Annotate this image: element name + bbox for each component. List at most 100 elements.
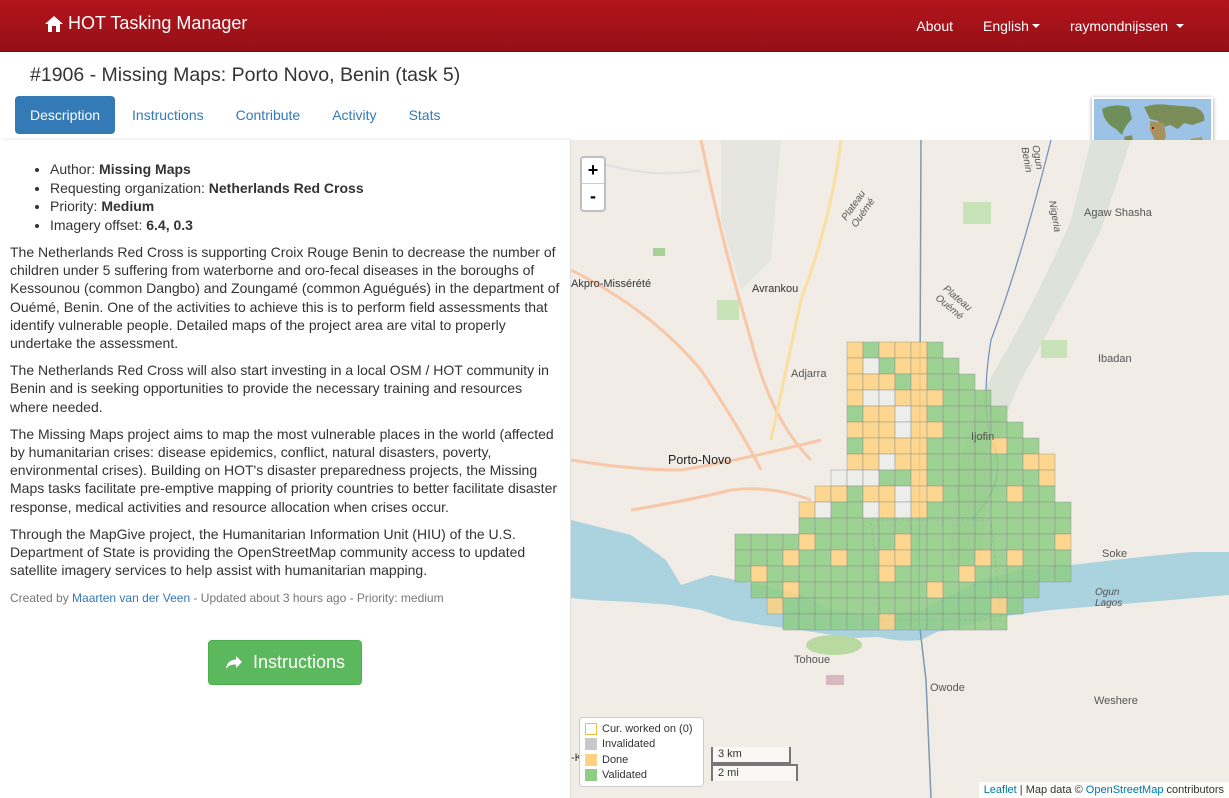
task-cell[interactable]: [958, 613, 976, 631]
task-cell[interactable]: [1022, 517, 1040, 535]
task-cell[interactable]: [1006, 453, 1024, 471]
task-cell[interactable]: [926, 357, 944, 375]
task-cell[interactable]: [894, 517, 912, 535]
task-cell[interactable]: [814, 485, 832, 503]
task-cell[interactable]: [814, 597, 832, 615]
nav-about[interactable]: About: [901, 18, 968, 34]
task-cell[interactable]: [782, 597, 800, 615]
task-cell[interactable]: [782, 613, 800, 631]
task-cell[interactable]: [894, 373, 912, 391]
task-cell[interactable]: [878, 405, 896, 423]
task-cell[interactable]: [798, 597, 816, 615]
task-cell[interactable]: [798, 517, 816, 535]
task-cell[interactable]: [734, 549, 752, 567]
task-cell[interactable]: [814, 549, 832, 567]
task-cell[interactable]: [958, 549, 976, 567]
task-cell[interactable]: [926, 581, 944, 599]
task-cell[interactable]: [782, 581, 800, 599]
task-cell[interactable]: [846, 501, 864, 519]
task-cell[interactable]: [878, 501, 896, 519]
task-cell[interactable]: [1006, 421, 1024, 439]
task-cell[interactable]: [926, 453, 944, 471]
task-cell[interactable]: [974, 533, 992, 551]
task-cell[interactable]: [1054, 549, 1072, 567]
task-cell[interactable]: [846, 469, 864, 487]
task-cell[interactable]: [910, 357, 928, 375]
brand-link[interactable]: HOT Tasking Manager: [44, 13, 247, 34]
task-cell[interactable]: [942, 405, 960, 423]
task-cell[interactable]: [798, 501, 816, 519]
task-cell[interactable]: [846, 437, 864, 455]
task-cell[interactable]: [942, 453, 960, 471]
task-cell[interactable]: [750, 549, 768, 567]
task-cell[interactable]: [734, 565, 752, 583]
zoom-in-button[interactable]: +: [582, 158, 604, 184]
task-cell[interactable]: [910, 533, 928, 551]
task-cell[interactable]: [926, 389, 944, 407]
task-cell[interactable]: [974, 549, 992, 567]
task-cell[interactable]: [958, 533, 976, 551]
task-cell[interactable]: [878, 597, 896, 615]
task-cell[interactable]: [862, 485, 880, 503]
task-cell[interactable]: [894, 565, 912, 583]
task-cell[interactable]: [766, 581, 784, 599]
task-cell[interactable]: [894, 533, 912, 551]
task-cell[interactable]: [974, 453, 992, 471]
task-cell[interactable]: [862, 581, 880, 599]
task-cell[interactable]: [894, 341, 912, 359]
task-cell[interactable]: [830, 565, 848, 583]
task-cell[interactable]: [878, 469, 896, 487]
task-cell[interactable]: [942, 389, 960, 407]
task-cell[interactable]: [910, 581, 928, 599]
task-cell[interactable]: [846, 565, 864, 583]
task-cell[interactable]: [926, 565, 944, 583]
task-cell[interactable]: [1006, 549, 1024, 567]
task-cell[interactable]: [846, 373, 864, 391]
task-cell[interactable]: [958, 501, 976, 519]
task-cell[interactable]: [1038, 565, 1056, 583]
task-cell[interactable]: [942, 597, 960, 615]
task-cell[interactable]: [1038, 549, 1056, 567]
task-cell[interactable]: [846, 453, 864, 471]
task-cell[interactable]: [926, 501, 944, 519]
task-cell[interactable]: [958, 597, 976, 615]
task-cell[interactable]: [958, 517, 976, 535]
task-cell[interactable]: [1006, 469, 1024, 487]
task-cell[interactable]: [926, 613, 944, 631]
task-cell[interactable]: [894, 469, 912, 487]
task-cell[interactable]: [894, 549, 912, 567]
task-cell[interactable]: [974, 485, 992, 503]
task-cell[interactable]: [942, 485, 960, 503]
task-cell[interactable]: [1038, 485, 1056, 503]
task-cell[interactable]: [974, 565, 992, 583]
task-cell[interactable]: [990, 453, 1008, 471]
task-cell[interactable]: [1022, 533, 1040, 551]
task-cell[interactable]: [910, 517, 928, 535]
tab-activity[interactable]: Activity: [317, 96, 391, 134]
task-cell[interactable]: [1006, 597, 1024, 615]
task-cell[interactable]: [862, 597, 880, 615]
language-dropdown[interactable]: English: [968, 18, 1055, 34]
task-cell[interactable]: [878, 357, 896, 375]
task-cell[interactable]: [862, 549, 880, 567]
task-cell[interactable]: [926, 485, 944, 503]
task-cell[interactable]: [1022, 485, 1040, 503]
task-cell[interactable]: [894, 485, 912, 503]
task-cell[interactable]: [942, 565, 960, 583]
task-cell[interactable]: [830, 517, 848, 535]
task-cell[interactable]: [814, 565, 832, 583]
task-cell[interactable]: [814, 501, 832, 519]
tab-description[interactable]: Description: [15, 96, 116, 134]
task-cell[interactable]: [830, 469, 848, 487]
task-cell[interactable]: [766, 597, 784, 615]
task-cell[interactable]: [974, 517, 992, 535]
task-cell[interactable]: [974, 389, 992, 407]
task-cell[interactable]: [910, 501, 928, 519]
task-cell[interactable]: [878, 389, 896, 407]
task-cell[interactable]: [830, 581, 848, 599]
task-cell[interactable]: [878, 453, 896, 471]
task-cell[interactable]: [878, 373, 896, 391]
task-cell[interactable]: [846, 549, 864, 567]
task-cell[interactable]: [1006, 517, 1024, 535]
task-cell[interactable]: [750, 533, 768, 551]
